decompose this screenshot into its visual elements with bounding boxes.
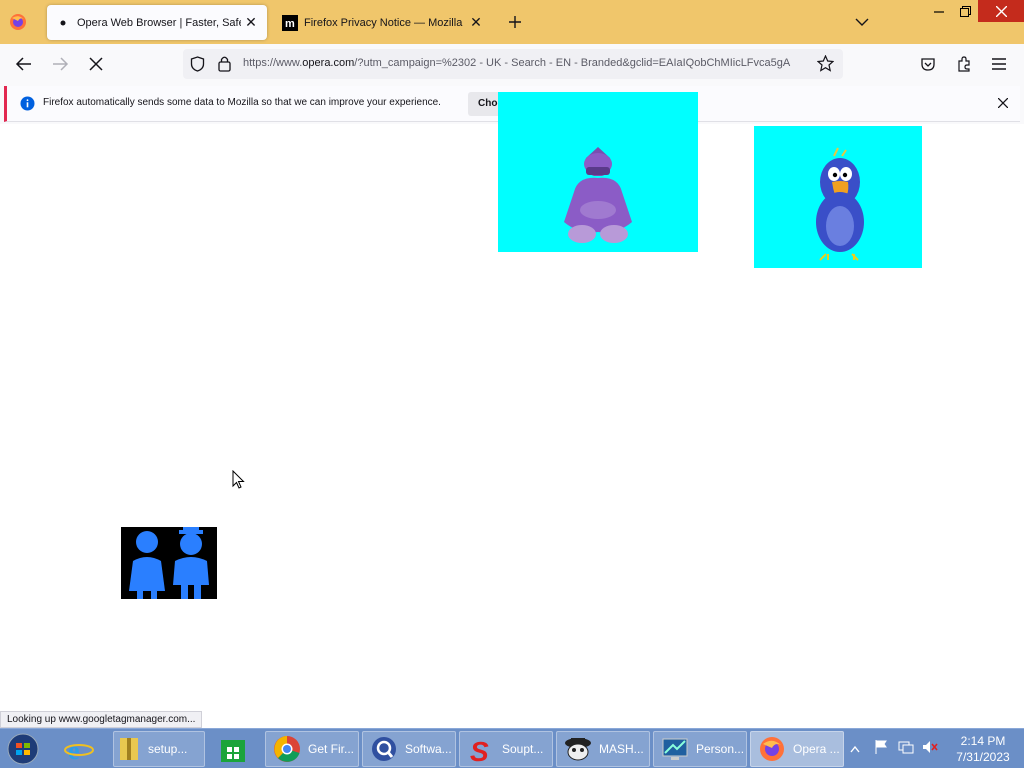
svg-text:S: S [470,736,489,763]
forward-arrow-icon[interactable] [49,53,71,75]
mouse-cursor-icon [232,469,246,490]
status-bar-text: Looking up www.googletagmanager.com... [0,711,203,728]
purple-wizard-character[interactable] [498,92,698,252]
taskbar-item-person[interactable]: Person... [653,731,747,767]
extensions-puzzle-icon[interactable] [953,53,975,75]
taskbar-item-soupt[interactable]: S Soupt... [459,731,553,767]
url-bar[interactable]: https://www.opera.com/?utm_campaign=%230… [183,49,843,79]
action-center-flag-icon[interactable] [874,739,890,760]
firefox-menu-icon[interactable] [8,12,28,32]
folder-zip-icon [118,734,140,764]
firefox-icon [757,734,787,764]
mash-character-icon [563,734,593,764]
chrome-icon [272,734,302,764]
tab-mozilla-privacy[interactable]: m Firefox Privacy Notice — Mozilla ✕ [274,5,492,40]
notification-close-icon[interactable] [995,95,1011,111]
taskbar-item-label: Softwa... [405,742,452,756]
mozilla-logo-icon: m [282,14,298,31]
nav-toolbar: https://www.opera.com/?utm_campaign=%230… [0,44,1024,84]
bookmark-star-icon[interactable] [816,54,835,77]
internet-explorer-icon[interactable]: e [64,731,100,767]
clock-time: 2:14 PM [960,734,1006,748]
stop-loading-icon[interactable] [85,53,107,75]
taskbar-item-opera-firefox[interactable]: Opera ... [750,731,844,767]
network-icon[interactable] [898,739,914,760]
windows-taskbar: e setup... Get Fir... Softwa... S Soupt.… [0,728,1024,768]
magnifier-app-icon [369,734,399,764]
restore-icon[interactable] [950,0,980,22]
system-tray [850,729,938,768]
info-icon [20,96,35,116]
taskbar-item-label: Soupt... [502,742,544,756]
store-icon[interactable] [218,731,254,767]
volume-muted-icon[interactable] [922,739,938,760]
start-button[interactable] [6,731,48,767]
taskbar-item-chrome[interactable]: Get Fir... [265,731,359,767]
tab-opera[interactable]: Opera Web Browser | Faster, Safer, S ✕ [47,5,267,40]
taskbar-item-label: Opera ... [793,742,840,756]
url-text[interactable]: https://www.opera.com/?utm_campaign=%230… [243,57,813,69]
window-close-icon[interactable] [978,0,1024,22]
loading-dot-icon [55,15,71,31]
lock-icon[interactable] [218,55,231,77]
red-s-icon: S [466,734,496,764]
svg-text:e: e [68,736,80,764]
taskbar-item-label: MASH... [599,742,644,756]
tab-close-icon[interactable]: ✕ [466,13,486,33]
pocket-icon[interactable] [917,53,939,75]
hamburger-menu-icon[interactable] [988,53,1010,75]
shield-icon[interactable] [190,56,205,77]
tab-close-icon[interactable]: ✕ [241,13,261,33]
svg-text:m: m [285,18,295,30]
system-clock[interactable]: 2:14 PM 7/31/2023 [948,733,1018,765]
taskbar-item-setup[interactable]: setup... [113,731,205,767]
back-arrow-icon[interactable] [13,53,35,75]
monitor-app-icon [660,734,690,764]
blue-parrot-character[interactable] [754,126,922,268]
two-people-icon[interactable] [121,527,217,599]
taskbar-item-mash[interactable]: MASH... [556,731,650,767]
clock-date: 7/31/2023 [956,750,1010,764]
show-hidden-icons-icon[interactable] [850,740,864,758]
taskbar-item-label: Get Fir... [308,742,355,756]
taskbar-item-label: setup... [148,742,188,756]
tab-bar: Opera Web Browser | Faster, Safer, S ✕ m… [0,0,1024,44]
tab-title: Firefox Privacy Notice — Mozilla [304,16,463,29]
chevron-down-icon[interactable] [852,12,872,32]
new-tab-plus-icon[interactable] [504,11,526,33]
tab-title: Opera Web Browser | Faster, Safer, S [77,16,241,29]
taskbar-item-label: Person... [696,742,745,756]
notification-message: Firefox automatically sends some data to… [43,97,441,108]
taskbar-item-software[interactable]: Softwa... [362,731,456,767]
